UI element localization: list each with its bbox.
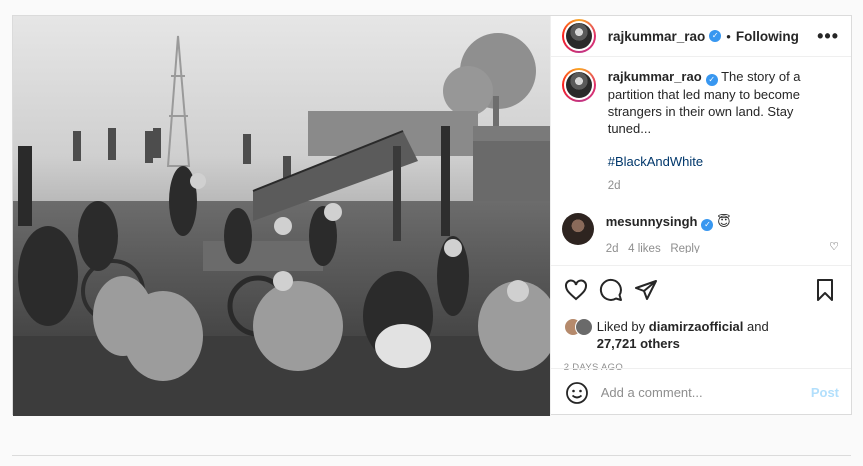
liked-by-and: and [747,319,769,334]
post-header: rajkummar_rao ✓ • Following ••• [550,16,851,57]
comment-bubble-icon[interactable] [599,278,623,302]
liked-by-user[interactable]: diamirzaofficial [649,319,744,334]
post-card: rajkummar_rao ✓ • Following ••• rajkumma… [12,15,852,416]
comment-reply[interactable]: Reply [670,243,699,253]
save-bookmark-icon[interactable] [813,278,837,302]
verified-badge-icon: ✓ [701,219,714,231]
comment-likes[interactable]: 4 likes [628,243,661,253]
hashtag-link[interactable]: #BlackAndWhite [608,153,828,170]
liked-by-prefix: Liked by [596,319,646,334]
author-username[interactable]: rajkummar_rao [608,29,706,44]
separator-dot: • [726,28,731,44]
author-avatar[interactable] [561,19,596,53]
add-comment-bar: Post [550,368,851,416]
share-paper-plane-icon[interactable] [634,278,658,302]
comment-text: 😇 [717,214,731,229]
liker-avatars [563,318,593,338]
comment-input[interactable] [600,385,811,400]
commenter-avatar[interactable] [561,213,594,245]
caption-avatar[interactable] [561,68,596,102]
liked-by-others[interactable]: 27,721 others [597,336,680,351]
verified-badge-icon: ✓ [709,30,722,42]
comment-meta: 2d 4 likes Reply [606,241,836,253]
caption-age: 2d [607,180,621,192]
following-button[interactable]: Following [736,29,799,44]
commenter-username[interactable]: mesunnysingh [606,214,698,229]
comment-item: mesunnysingh ✓ 😇 2d 4 likes Reply [561,213,839,253]
like-heart-icon[interactable] [564,278,588,302]
caption: rajkummar_rao ✓ The story of a partition … [561,68,839,195]
photo-image [13,16,550,416]
likes-summary: Liked by diamirzaofficial and 27,721 oth… [563,318,837,352]
more-options-icon[interactable]: ••• [817,26,839,47]
footer-divider [12,455,851,456]
emoji-icon[interactable] [565,381,589,405]
post-side-panel: rajkummar_rao ✓ • Following ••• rajkumma… [550,16,851,416]
verified-badge-icon: ✓ [705,74,718,86]
caption-username[interactable]: rajkummar_rao [608,69,702,84]
comment-age: 2d [605,243,619,253]
post-actions: Liked by diamirzaofficial and 27,721 oth… [550,265,851,373]
post-comment-button[interactable]: Post [811,385,839,400]
comment-like-heart-icon[interactable]: ♡ [829,240,839,253]
post-photo[interactable] [13,16,551,416]
comments-section[interactable]: rajkummar_rao ✓ The story of a partition … [551,68,851,253]
